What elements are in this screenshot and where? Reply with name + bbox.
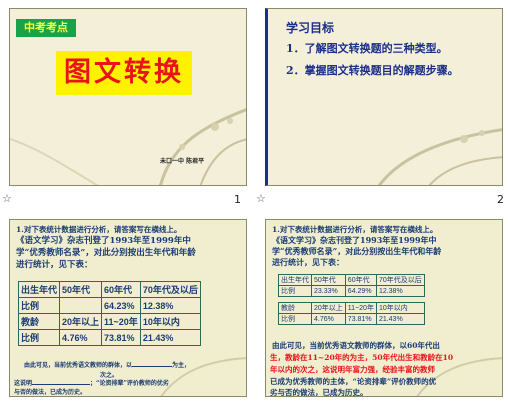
table-row: 比例 4.76% 73.81% 21.43% — [278, 313, 425, 325]
answer-blank[interactable] — [132, 366, 173, 367]
table-row: 比例 64.23% 12.38% — [17, 297, 201, 314]
slide-1-thumbnail[interactable]: 中考考点 图文转换 未口一中 陈君平 — [9, 8, 247, 186]
conclusion-line: 由此可见，当前优秀语文教师的群体，以60年代出 — [272, 341, 440, 350]
conclusion-line: 劣与否的做法，已成为历史。 — [270, 388, 368, 397]
slide-4-thumbnail[interactable]: 1.对下表统计数据进行分析，请答案写在横线上。 《语文学习》杂志刊登了1993年… — [265, 219, 503, 397]
conclusion-line: 生，教龄在11~20年的为主，50年代出生和教龄在10 — [270, 353, 454, 362]
objective-item: 1．了解图文转换题的三种类型。 — [286, 42, 448, 55]
table-cell: 11~20年 — [101, 313, 141, 330]
table-cell: 20年以上 — [59, 313, 103, 330]
table-row: 出生年代 50年代 60年代 70年代及以后 — [17, 281, 201, 298]
table-cell: 12.38% — [375, 285, 425, 297]
table-cell: 教龄 — [17, 313, 61, 330]
table-cell: 比例 — [17, 297, 61, 314]
answer-text: ；“论资排辈”评价教师的优劣 — [90, 380, 169, 387]
slide-2-thumbnail[interactable]: 学习目标 1．了解图文转换题的三种类型。 2．掌握图文转换题目的解题步骤。 — [265, 8, 503, 186]
table-cell: 4.76% — [59, 329, 103, 346]
slide-1-star-icon[interactable]: ☆ — [2, 192, 12, 205]
table-cell: 出生年代 — [278, 274, 312, 286]
table-row: 教龄 20年以上 11~20年 10年以内 — [278, 302, 425, 314]
slide-3-thumbnail[interactable]: 1.对下表统计数据进行分析，请答案写在横线上。 《语文学习》杂志刊登了1993年… — [9, 219, 247, 397]
question-line: 进行统计，见下表： — [272, 257, 344, 267]
table-cell: 教龄 — [278, 302, 312, 314]
answer-line: 与否的做法，已成为历史。 — [14, 389, 87, 396]
slide-title: 图文转换 — [56, 51, 192, 95]
statistics-table: 出生年代 50年代 60年代 70年代及以后 比例 23.33% 64.29% … — [278, 274, 425, 325]
table-cell: 50年代 — [311, 274, 346, 286]
statistics-table: 出生年代 50年代 60年代 70年代及以后 比例 64.23% 12.38% … — [17, 281, 201, 346]
answer-text: 由此可见，当前优秀语文教师的群体，以 — [24, 362, 133, 369]
question-line: 进行统计，见下表： — [16, 260, 93, 270]
table-row: 教龄 20年以上 11~20年 10年以内 — [17, 313, 201, 330]
question-line: 《语文学习》杂志刊登了1993年至1999年中 — [16, 236, 191, 246]
table-cell: 73.81% — [101, 329, 141, 346]
table-cell: 比例 — [278, 313, 312, 325]
table-cell: 60年代 — [344, 274, 377, 286]
table-cell: 60年代 — [101, 281, 141, 298]
slide-tag: 中考考点 — [16, 19, 76, 37]
question-line: 学“优秀教师名录”，对此分别按出生年代和年龄 — [16, 248, 196, 258]
slide-2-number: 2 — [497, 193, 504, 206]
table-cell: 比例 — [278, 285, 312, 297]
question-line: 1.对下表统计数据进行分析，请答案写在横线上。 — [16, 225, 182, 234]
table-cell: 21.43% — [375, 313, 425, 325]
question-line: 学“优秀教师名录”，对此分别按出生年代和年龄 — [272, 246, 442, 256]
table-cell: 21.43% — [139, 329, 201, 346]
table-row: 比例 23.33% 64.29% 12.38% — [278, 285, 425, 297]
table-cell: 70年代及以后 — [139, 281, 201, 298]
table-cell: 4.76% — [311, 313, 346, 325]
question-line: 《语文学习》杂志刊登了1993年至1999年中 — [272, 235, 437, 245]
conclusion-line: 已成为优秀教师的主体，“论资排辈”评价教师的优 — [270, 377, 437, 386]
slide-2-star-icon[interactable]: ☆ — [256, 192, 266, 205]
answer-line: 这说明 ；“论资排辈”评价教师的优劣 — [14, 378, 169, 387]
table-cell: 10年以内 — [139, 313, 201, 330]
answer-text: 为主， — [172, 362, 191, 369]
question-line: 1.对下表统计数据进行分析，请答案写在横线上。 — [272, 225, 438, 234]
table-cell: 10年以内 — [375, 302, 425, 314]
answer-line: 由此可见，当前优秀语文教师的群体，以 为主， — [24, 360, 190, 369]
slide-1-number: 1 — [234, 193, 241, 206]
table-cell: 20年以上 — [311, 302, 346, 314]
slide-heading: 学习目标 — [286, 21, 335, 35]
objective-item: 2．掌握图文转换题目的解题步骤。 — [286, 64, 459, 77]
table-cell: 64.23% — [101, 297, 141, 314]
table-cell: 70年代及以后 — [375, 274, 425, 286]
table-cell: 出生年代 — [17, 281, 61, 298]
table-cell: 23.33% — [311, 285, 346, 297]
table-cell — [59, 297, 103, 314]
table-cell: 64.29% — [344, 285, 377, 297]
answer-blank[interactable] — [32, 384, 91, 385]
table-cell: 比例 — [17, 329, 61, 346]
table-cell: 11~20年 — [344, 302, 377, 314]
table-cell: 12.38% — [139, 297, 201, 314]
table-row: 出生年代 50年代 60年代 70年代及以后 — [278, 274, 425, 286]
slide-author: 未口一中 陈君平 — [160, 158, 205, 165]
conclusion-line: 年以内的次之，这说明年富力强，经验丰富的教师 — [270, 365, 435, 374]
answer-text: 这说明 — [14, 380, 33, 387]
table-row: 比例 4.76% 73.81% 21.43% — [17, 329, 201, 346]
table-cell: 50年代 — [59, 281, 103, 298]
table-cell: 73.81% — [344, 313, 377, 325]
